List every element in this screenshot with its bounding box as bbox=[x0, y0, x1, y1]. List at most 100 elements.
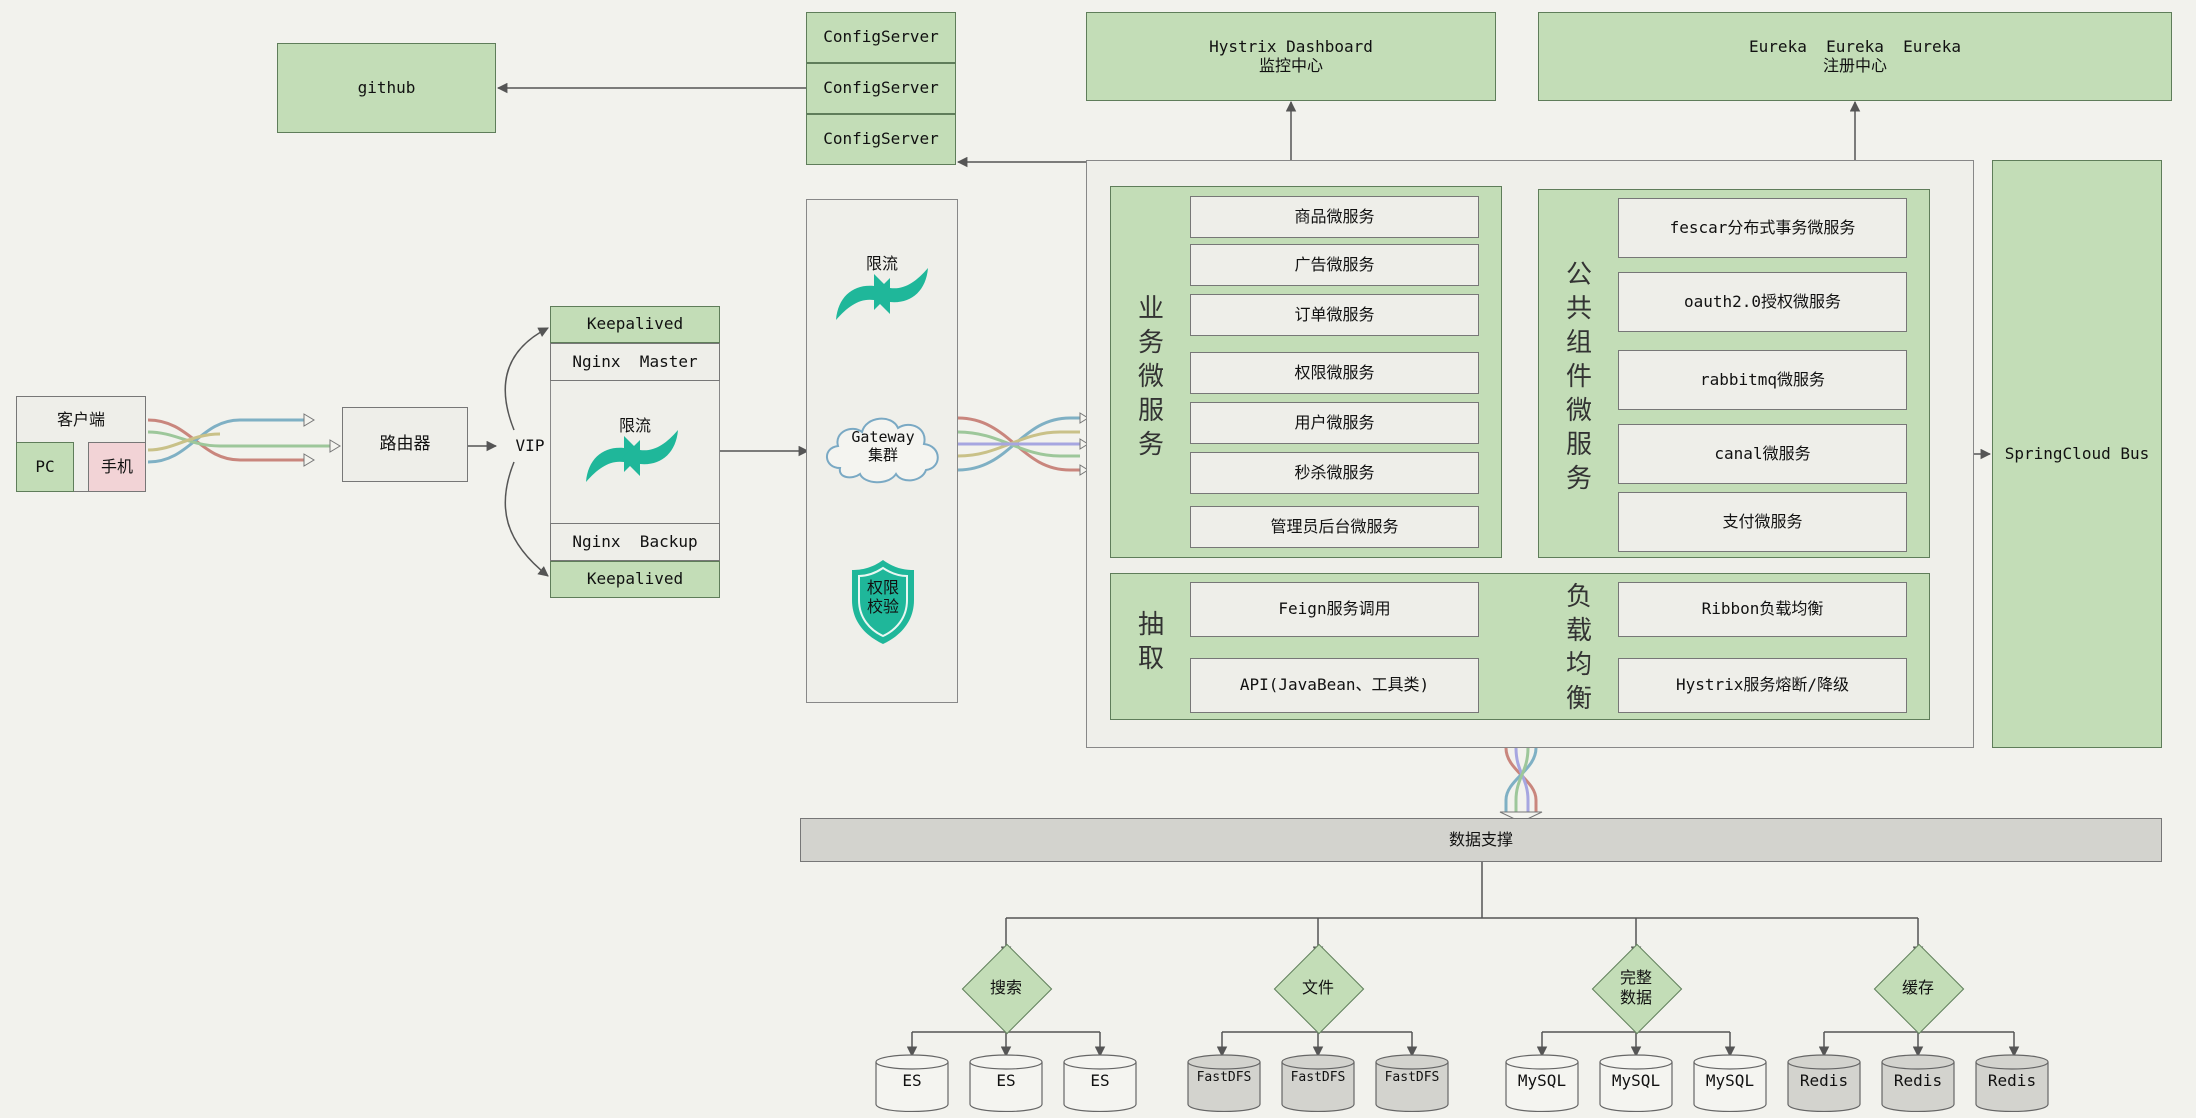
business-service-item-label: 秒杀微服务 bbox=[1294, 462, 1375, 482]
config-server-label: ConfigServer bbox=[823, 27, 939, 47]
hystrix-dashboard-box: Hystrix Dashboard 监控中心 bbox=[1086, 12, 1496, 101]
business-vertical-label: 业务微服务 bbox=[1137, 294, 1164, 460]
balance-vertical-label: 负载均衡 bbox=[1565, 582, 1592, 714]
api-label: API(JavaBean、工具类) bbox=[1239, 675, 1430, 695]
common-service-item: canal微服务 bbox=[1618, 424, 1907, 484]
springcloud-bus-box: SpringCloud Bus bbox=[1992, 160, 2162, 748]
common-service-item: oauth2.0授权微服务 bbox=[1618, 272, 1907, 332]
eureka-subtitle: 注册中心 bbox=[1822, 55, 1887, 75]
business-service-item: 权限微服务 bbox=[1190, 352, 1479, 394]
database-icon: MySQL bbox=[1505, 1054, 1579, 1112]
business-service-item: 广告微服务 bbox=[1190, 244, 1479, 286]
gateway-panel-flow bbox=[957, 416, 1080, 472]
config-server-label: ConfigServer bbox=[823, 129, 939, 149]
business-service-item: 商品微服务 bbox=[1190, 196, 1479, 238]
keepalived-top-box: Keepalived bbox=[550, 306, 720, 343]
database-icon: FastDFS bbox=[1281, 1054, 1355, 1112]
database-icon: ES bbox=[1063, 1054, 1137, 1112]
keepalived-label: Keepalived bbox=[586, 569, 684, 589]
client-title: 客户端 bbox=[56, 410, 105, 429]
shield-text: 权限 校验 bbox=[848, 578, 918, 616]
common-service-item-label: canal微服务 bbox=[1714, 443, 1811, 463]
common-service-item: fescar分布式事务微服务 bbox=[1618, 198, 1907, 258]
business-service-item: 用户微服务 bbox=[1190, 402, 1479, 444]
storage-item-label: FastDFS bbox=[1384, 1070, 1440, 1085]
gateway-cloud-text: Gateway 集群 bbox=[838, 428, 928, 464]
hystrix-subtitle: 监控中心 bbox=[1258, 55, 1323, 75]
vip-to-backup-curve bbox=[504, 461, 549, 577]
nginx-master-label: Nginx Master bbox=[572, 351, 698, 371]
common-service-item-label: oauth2.0授权微服务 bbox=[1683, 291, 1842, 311]
pc-box: PC bbox=[16, 442, 74, 492]
github-label: github bbox=[357, 77, 416, 97]
eureka-box: Eureka Eureka Eureka 注册中心 bbox=[1538, 12, 2172, 101]
github-box: github bbox=[277, 43, 496, 133]
architecture-diagram: github ConfigServer ConfigServer ConfigS… bbox=[0, 0, 2196, 1118]
keepalived-bottom-box: Keepalived bbox=[550, 561, 720, 598]
common-service-item: 支付微服务 bbox=[1618, 492, 1907, 552]
phone-label: 手机 bbox=[100, 456, 133, 476]
common-service-item-label: rabbitmq微服务 bbox=[1699, 369, 1826, 389]
business-service-item: 秒杀微服务 bbox=[1190, 452, 1479, 494]
hystrix-title: Hystrix Dashboard bbox=[1209, 37, 1373, 57]
data-support-bar: 数据支撑 bbox=[800, 818, 2162, 862]
database-icon: Redis bbox=[1881, 1054, 1955, 1112]
hystrix-fuse-box: Hystrix服务熔断/降级 bbox=[1618, 658, 1907, 713]
router-label: 路由器 bbox=[379, 433, 431, 454]
business-service-item-label: 用户微服务 bbox=[1294, 412, 1375, 432]
gateway-label: Gateway bbox=[851, 428, 915, 446]
ribbon-box: Ribbon负载均衡 bbox=[1618, 582, 1907, 637]
feign-box: Feign服务调用 bbox=[1190, 582, 1479, 637]
config-server-1: ConfigServer bbox=[806, 12, 956, 63]
common-service-item-label: fescar分布式事务微服务 bbox=[1669, 217, 1856, 237]
database-icon: FastDFS bbox=[1187, 1054, 1261, 1112]
client-router-flow bbox=[147, 418, 330, 464]
api-box: API(JavaBean、工具类) bbox=[1190, 658, 1479, 713]
config-server-3: ConfigServer bbox=[806, 114, 956, 165]
database-icon: FastDFS bbox=[1375, 1054, 1449, 1112]
storage-category-label: 搜索 bbox=[989, 978, 1022, 997]
nginx-backup-box: Nginx Backup bbox=[550, 523, 720, 561]
keepalived-label: Keepalived bbox=[586, 314, 684, 334]
feign-label: Feign服务调用 bbox=[1278, 599, 1391, 619]
database-icon: ES bbox=[969, 1054, 1043, 1112]
database-icon: MySQL bbox=[1599, 1054, 1673, 1112]
database-icon: Redis bbox=[1975, 1054, 2049, 1112]
storage-item-label: FastDFS bbox=[1290, 1070, 1346, 1085]
business-service-item-label: 订单微服务 bbox=[1294, 304, 1375, 324]
refresh-arrows-icon bbox=[586, 430, 678, 482]
phone-box: 手机 bbox=[88, 442, 146, 492]
storage-item-label: MySQL bbox=[1611, 1071, 1661, 1090]
springcloud-bus-label: SpringCloud Bus bbox=[2004, 443, 2150, 463]
config-server-2: ConfigServer bbox=[806, 63, 956, 114]
business-service-item-label: 权限微服务 bbox=[1294, 362, 1375, 382]
business-service-item-label: 商品微服务 bbox=[1294, 206, 1375, 226]
storage-item-label: MySQL bbox=[1705, 1071, 1755, 1090]
storage-item-label: ES bbox=[902, 1071, 922, 1090]
common-service-item: rabbitmq微服务 bbox=[1618, 350, 1907, 410]
business-service-item-label: 管理员后台微服务 bbox=[1270, 516, 1399, 536]
storage-item-label: ES bbox=[1090, 1071, 1110, 1090]
database-icon: Redis bbox=[1787, 1054, 1861, 1112]
business-service-item: 管理员后台微服务 bbox=[1190, 506, 1479, 548]
business-service-item-label: 广告微服务 bbox=[1294, 254, 1375, 274]
refresh-arrows-icon bbox=[836, 268, 928, 320]
check-label: 校验 bbox=[866, 597, 899, 616]
storage-item-label: FastDFS bbox=[1196, 1070, 1252, 1085]
router-box: 路由器 bbox=[342, 407, 468, 482]
config-server-label: ConfigServer bbox=[823, 78, 939, 98]
extract-vertical-label: 抽取 bbox=[1137, 610, 1164, 674]
storage-category-label: 缓存 bbox=[1901, 978, 1934, 997]
data-support-label: 数据支撑 bbox=[1448, 829, 1513, 849]
storage-item-label: Redis bbox=[1987, 1071, 2037, 1090]
storage-category-label: 完整 数据 bbox=[1619, 968, 1652, 1007]
database-icon: MySQL bbox=[1693, 1054, 1767, 1112]
ribbon-label: Ribbon负载均衡 bbox=[1701, 599, 1824, 619]
permission-label: 权限 bbox=[866, 578, 899, 597]
panel-data-flow bbox=[1504, 747, 1538, 812]
nginx-backup-label: Nginx Backup bbox=[572, 531, 698, 551]
storage-item-label: Redis bbox=[1893, 1071, 1943, 1090]
nginx-master-box: Nginx Master bbox=[550, 343, 720, 381]
database-icon: ES bbox=[875, 1054, 949, 1112]
gateway-cluster-label: 集群 bbox=[867, 446, 898, 464]
